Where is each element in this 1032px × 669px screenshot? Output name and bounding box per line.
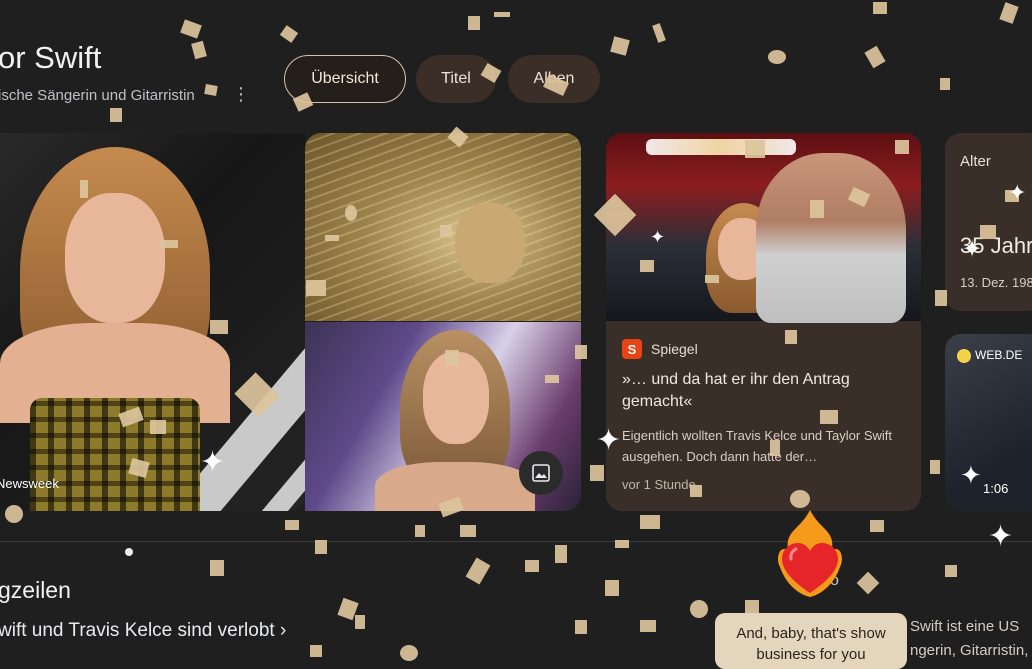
description-text-2: ngerin, Gitarristin, [910, 642, 1029, 659]
video-source: WEB.DE [957, 348, 1022, 363]
age-label: Alter [960, 153, 991, 170]
portrait-face [423, 352, 489, 444]
portrait-image[interactable] [305, 322, 581, 511]
image-search-button[interactable] [519, 451, 563, 495]
hero-source-label: Newsweek [0, 476, 59, 491]
age-card[interactable]: Alter 35 Jahre 13. Dez. 1989 [945, 133, 1032, 311]
hero-image[interactable]: Newsweek [0, 133, 305, 511]
video-card[interactable]: WEB.DE 1:06 [945, 334, 1032, 511]
news-snippet: Eigentlich wollten Travis Kelce und Tayl… [622, 428, 892, 464]
news-card[interactable]: S Spiegel »… und da hat er ihr den Antra… [606, 133, 921, 511]
description-text-1: Swift ist eine US [910, 618, 1020, 635]
age-value: 35 Jahre [960, 233, 1032, 258]
video-duration: 1:06 [983, 481, 1009, 496]
news-timestamp: vor 1 Stunde [622, 477, 696, 492]
news-headline[interactable]: »… und da hat er ihr den Antrag gemacht« [622, 369, 907, 413]
fire-heart-icon [778, 510, 842, 597]
page-title: or Swift [0, 40, 102, 75]
tooltip-line-2: business for you [756, 646, 866, 663]
headline-link[interactable]: wift und Travis Kelce sind verlobt › [0, 620, 286, 642]
news-source: Spiegel [651, 341, 698, 357]
person-face [65, 193, 165, 323]
person-dress [30, 398, 200, 511]
gold-image[interactable] [305, 133, 581, 321]
gold-face [455, 203, 525, 283]
page-subtitle: ische Sängerin und Gitarristin [0, 87, 195, 104]
news-photo [606, 133, 921, 323]
lyrics-tooltip: And, baby, that's show business for you [715, 613, 907, 669]
section-title: gzeilen [0, 577, 71, 603]
section-divider [0, 541, 1032, 542]
spiegel-logo: S [622, 339, 642, 359]
tooltip-line-1: And, baby, that's show [736, 625, 886, 642]
tab-albums[interactable]: Alben [508, 55, 600, 103]
chevron-right-icon: › [279, 620, 287, 641]
more-options-icon[interactable]: ⋮ [232, 84, 250, 105]
news-person-2 [756, 153, 906, 323]
birth-date: 13. Dez. 1989 [960, 275, 1032, 290]
webde-logo-icon [957, 348, 971, 363]
portrait-shoulders [375, 462, 535, 511]
tab-titles[interactable]: Titel [416, 55, 496, 103]
image-icon [532, 464, 550, 482]
tab-overview[interactable]: Übersicht [284, 55, 406, 103]
